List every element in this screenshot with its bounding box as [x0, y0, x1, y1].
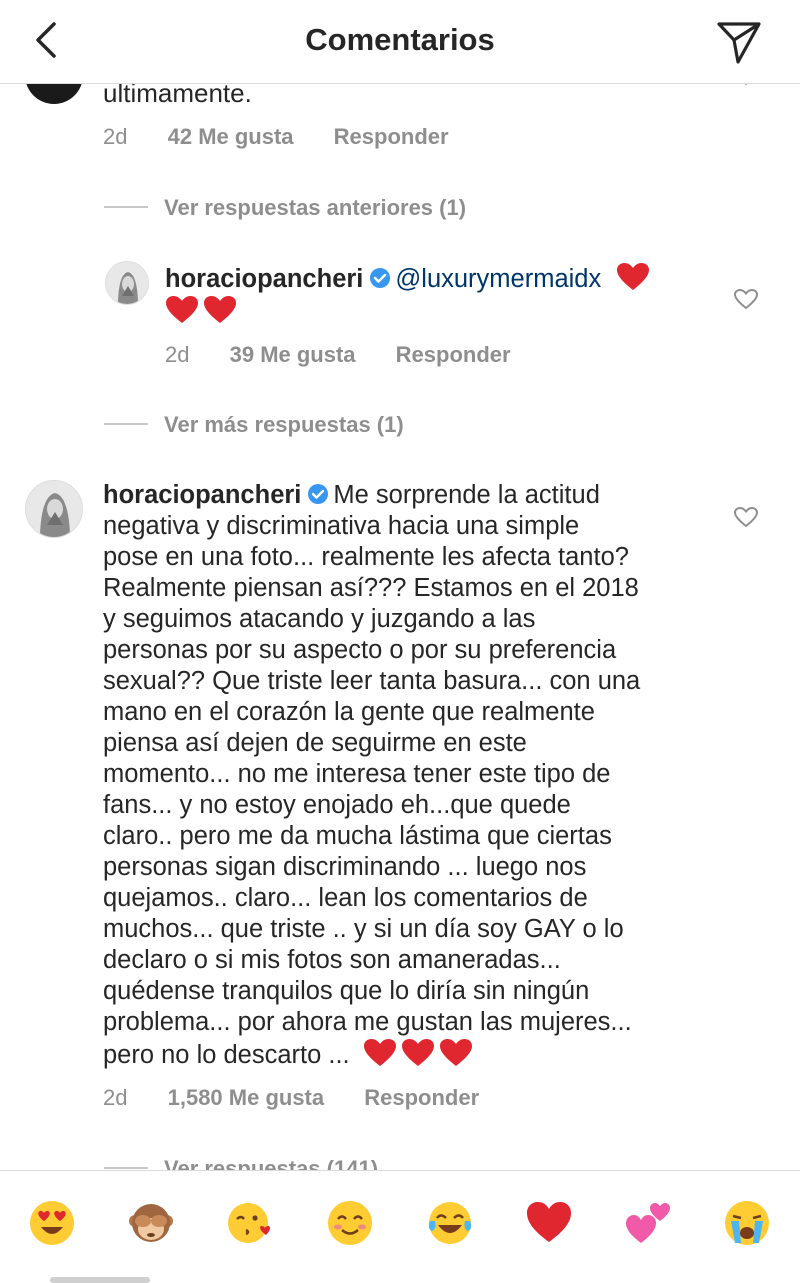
- like-count[interactable]: 39 Me gusta: [230, 342, 356, 367]
- crying-face-emoji[interactable]: [723, 1199, 771, 1247]
- comment-time: 2d: [165, 342, 190, 367]
- comment-line: pose en una foto... realmente les afecta…: [103, 543, 629, 571]
- view-more-replies-link[interactable]: Ver más respuestas (1): [104, 412, 404, 438]
- verified-badge-icon: [308, 484, 329, 504]
- red-heart-emoji: [617, 263, 650, 290]
- comment-time: 2d: [103, 124, 128, 149]
- username[interactable]: horaciopancheri: [103, 481, 301, 509]
- comment-text: ultimamente.: [103, 84, 252, 108]
- comment-line: quejamos.. claro... lean los comentarios…: [103, 884, 588, 912]
- see-no-evil-monkey-emoji[interactable]: [127, 1199, 175, 1247]
- heart-outline-icon[interactable]: [733, 288, 759, 310]
- reply-button[interactable]: Responder: [334, 124, 449, 149]
- comment-line: claro.. pero me da mucha lástima que cie…: [103, 822, 612, 850]
- comment-line: declaro o si mis fotos son amaneradas...: [103, 946, 561, 974]
- comment-line: personas sigan discriminando ... luego n…: [103, 853, 587, 881]
- heart-outline-icon[interactable]: [733, 506, 759, 528]
- comment-line: negativa y discriminativa hacia una simp…: [103, 512, 580, 540]
- reply-button[interactable]: Responder: [396, 342, 511, 367]
- reply-meta: 2d 39 Me gusta Responder: [165, 342, 545, 368]
- heart-outline-icon[interactable]: [733, 84, 759, 94]
- header-bar: Comentarios: [0, 0, 800, 84]
- avatar[interactable]: [105, 261, 149, 305]
- red-heart-emoji[interactable]: [525, 1199, 573, 1247]
- verified-badge-icon: [370, 268, 391, 288]
- comment-line: Realmente piensan así??? Estamos en el 2…: [103, 574, 639, 602]
- comment-line: fans... y no estoy enojado eh...que qued…: [103, 791, 571, 819]
- comment-line: Me sorprende la actitud: [333, 481, 600, 509]
- page-title: Comentarios: [305, 22, 495, 57]
- comment-line: muchos... que triste .. y si un día soy …: [103, 915, 624, 943]
- username[interactable]: horaciopancheri: [165, 265, 363, 293]
- comments-list[interactable]: ultimamente. 2d 42 Me gusta Responder Ve…: [0, 84, 800, 1170]
- comment-line: y seguimos atacando y juzgando a las: [103, 605, 536, 633]
- view-previous-replies-link[interactable]: Ver respuestas anteriores (1): [104, 195, 466, 221]
- like-count[interactable]: 1,580 Me gusta: [168, 1085, 325, 1110]
- profile-photo: [106, 262, 148, 304]
- view-replies-link[interactable]: Ver respuestas (141): [104, 1156, 378, 1170]
- red-heart-emoji: [401, 1039, 434, 1066]
- comment-line: quédense tranquilos que lo diría sin nin…: [103, 977, 590, 1005]
- profile-photo: [26, 481, 82, 537]
- reply-button[interactable]: Responder: [364, 1085, 479, 1110]
- comment-meta: 2d 42 Me gusta Responder: [103, 124, 483, 150]
- mention-link[interactable]: @luxurymermaidx: [395, 265, 601, 293]
- like-count[interactable]: 42 Me gusta: [168, 124, 294, 149]
- tears-of-joy-emoji[interactable]: [426, 1199, 474, 1247]
- comment-line: pero no lo descarto ...: [103, 1041, 350, 1069]
- emoji-quick-bar: [0, 1170, 800, 1283]
- paper-plane-icon[interactable]: [714, 16, 764, 66]
- two-hearts-emoji[interactable]: [624, 1199, 672, 1247]
- heart-eyes-emoji[interactable]: [28, 1199, 76, 1247]
- smiling-blush-emoji[interactable]: [326, 1199, 374, 1247]
- comment-line: sexual?? Que triste leer tanta basura...…: [103, 667, 641, 695]
- reply-body: horaciopancheri @luxurymermaidx: [165, 262, 685, 328]
- red-heart-emoji: [166, 296, 198, 323]
- emoji-row: [0, 1199, 800, 1255]
- keyboard-edge: [50, 1277, 150, 1283]
- comment-line: problema... por ahora me gustan las muje…: [103, 1008, 632, 1036]
- kissing-heart-emoji[interactable]: [226, 1199, 274, 1247]
- comment-body: horaciopancheri Me sorprende la actitud n…: [103, 480, 703, 1071]
- comment-line: piensa así dejen de seguirme en este: [103, 729, 527, 757]
- comment-line: momento... no me interesa tener este tip…: [103, 760, 611, 788]
- comment-line: personas por su aspecto o por su prefere…: [103, 636, 617, 664]
- comment-meta: 2d 1,580 Me gusta Responder: [103, 1085, 513, 1111]
- red-heart-emoji: [439, 1039, 472, 1066]
- avatar[interactable]: [25, 84, 83, 104]
- comment-line: mano en el corazón la gente que realment…: [103, 698, 595, 726]
- red-heart-emoji: [363, 1039, 396, 1066]
- red-heart-emoji: [204, 296, 236, 323]
- avatar[interactable]: [25, 480, 83, 538]
- comment-time: 2d: [103, 1085, 128, 1110]
